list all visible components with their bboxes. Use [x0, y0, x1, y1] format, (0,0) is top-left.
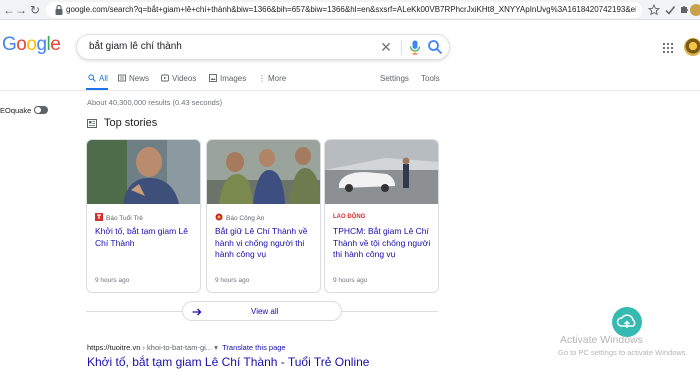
newspaper-icon	[118, 74, 126, 82]
story-time: 9 hours ago	[333, 277, 368, 284]
cloud-icon	[616, 314, 636, 328]
search-divider	[401, 40, 402, 55]
tools-link[interactable]: Tools	[421, 73, 440, 85]
newspaper-icon	[87, 119, 97, 128]
search-box[interactable]: bắt giam lê chí thành ✕	[76, 34, 450, 60]
reload-icon[interactable]: ↻	[28, 3, 42, 17]
story-image	[207, 140, 320, 204]
avatar[interactable]	[684, 38, 700, 56]
tab-more[interactable]: ⋮ More	[258, 73, 286, 85]
story-image	[325, 140, 438, 204]
result-url[interactable]: https://tuoitre.vn › khoi-to-bat-tam-gi.…	[87, 343, 286, 352]
clear-icon[interactable]: ✕	[379, 40, 393, 54]
toggle-knob	[35, 107, 41, 113]
result-title-link[interactable]: Khởi tố, bắt tạm giam Lê Chí Thành - Tuổ…	[87, 355, 369, 369]
tuoitre-logo-icon	[95, 213, 103, 221]
story-source: LAO ĐỘNG	[333, 213, 365, 220]
story-title[interactable]: TPHCM: Bắt giam Lê Chí Thành về tội chốn…	[333, 226, 435, 261]
result-stats: About 40,300,000 results (0.43 seconds)	[87, 98, 223, 107]
story-image	[87, 140, 200, 204]
tab-images[interactable]: Images	[209, 73, 246, 85]
more-vert-icon: ⋮	[258, 74, 266, 83]
star-icon[interactable]	[648, 4, 660, 16]
checkmark-extension-icon[interactable]	[664, 4, 676, 16]
tab-videos[interactable]: Videos	[161, 73, 196, 85]
search-icon[interactable]	[427, 39, 443, 55]
view-all-label: View all	[251, 307, 279, 316]
activate-windows-subtitle: Go to PC settings to activate Windows.	[558, 348, 688, 357]
story-title[interactable]: Bắt giữ Lê Chí Thành về hành vi chống ng…	[215, 226, 317, 261]
top-stories-heading: Top stories	[104, 117, 158, 129]
tab-all[interactable]: All	[88, 73, 108, 85]
profile-icon[interactable]	[690, 4, 700, 16]
activate-windows-title: Activate Windows	[560, 334, 643, 346]
seoquake-toggle[interactable]	[34, 106, 48, 114]
search-icon	[88, 74, 96, 82]
story-time: 9 hours ago	[95, 277, 130, 284]
translate-link[interactable]: Translate this page	[222, 343, 286, 352]
result-breadcrumb[interactable]: › khoi-to-bat-tam-gi... ▾	[140, 343, 217, 352]
laodong-logo: LAO ĐỘNG	[333, 214, 366, 220]
arrow-right-icon	[192, 308, 202, 316]
cloud-upload-icon	[612, 307, 642, 337]
seoquake-label: EOquake	[0, 106, 32, 115]
story-source: Báo Công An	[215, 213, 264, 222]
apps-grid-icon[interactable]	[662, 42, 674, 54]
address-bar[interactable]: google.com/search?q=bắt+giam+lê+chí+thàn…	[46, 2, 642, 18]
story-card[interactable]: Báo Công An Bắt giữ Lê Chí Thành về hành…	[206, 139, 321, 293]
tabs-divider	[0, 90, 700, 91]
story-time: 9 hours ago	[215, 277, 250, 284]
search-input[interactable]: bắt giam lê chí thành	[89, 41, 182, 52]
story-card[interactable]: Báo Tuổi Trẻ Khởi tố, bắt tạm giam Lê Ch…	[86, 139, 201, 293]
lock-icon	[55, 4, 63, 15]
story-card[interactable]: LAO ĐỘNG TPHCM: Bắt giam Lê Chí Thành về…	[324, 139, 439, 293]
url-text: google.com/search?q=bắt+giam+lê+chí+thàn…	[66, 5, 636, 14]
story-source: Báo Tuổi Trẻ	[95, 213, 143, 222]
tab-news[interactable]: News	[118, 73, 149, 85]
settings-link[interactable]: Settings	[380, 73, 409, 85]
forward-icon[interactable]: →	[14, 3, 28, 17]
browser-toolbar: ← → ↻ google.com/search?q=bắt+giam+lê+ch…	[0, 0, 700, 20]
video-icon	[161, 74, 169, 82]
congan-logo-icon	[215, 213, 223, 221]
image-icon	[209, 74, 217, 82]
view-all-button[interactable]: View all	[182, 301, 342, 321]
microphone-icon[interactable]	[409, 40, 421, 55]
puzzle-extension-icon[interactable]	[678, 4, 690, 16]
google-logo[interactable]: Google	[2, 34, 61, 56]
story-title[interactable]: Khởi tố, bắt tạm giam Lê Chí Thành	[95, 226, 197, 249]
